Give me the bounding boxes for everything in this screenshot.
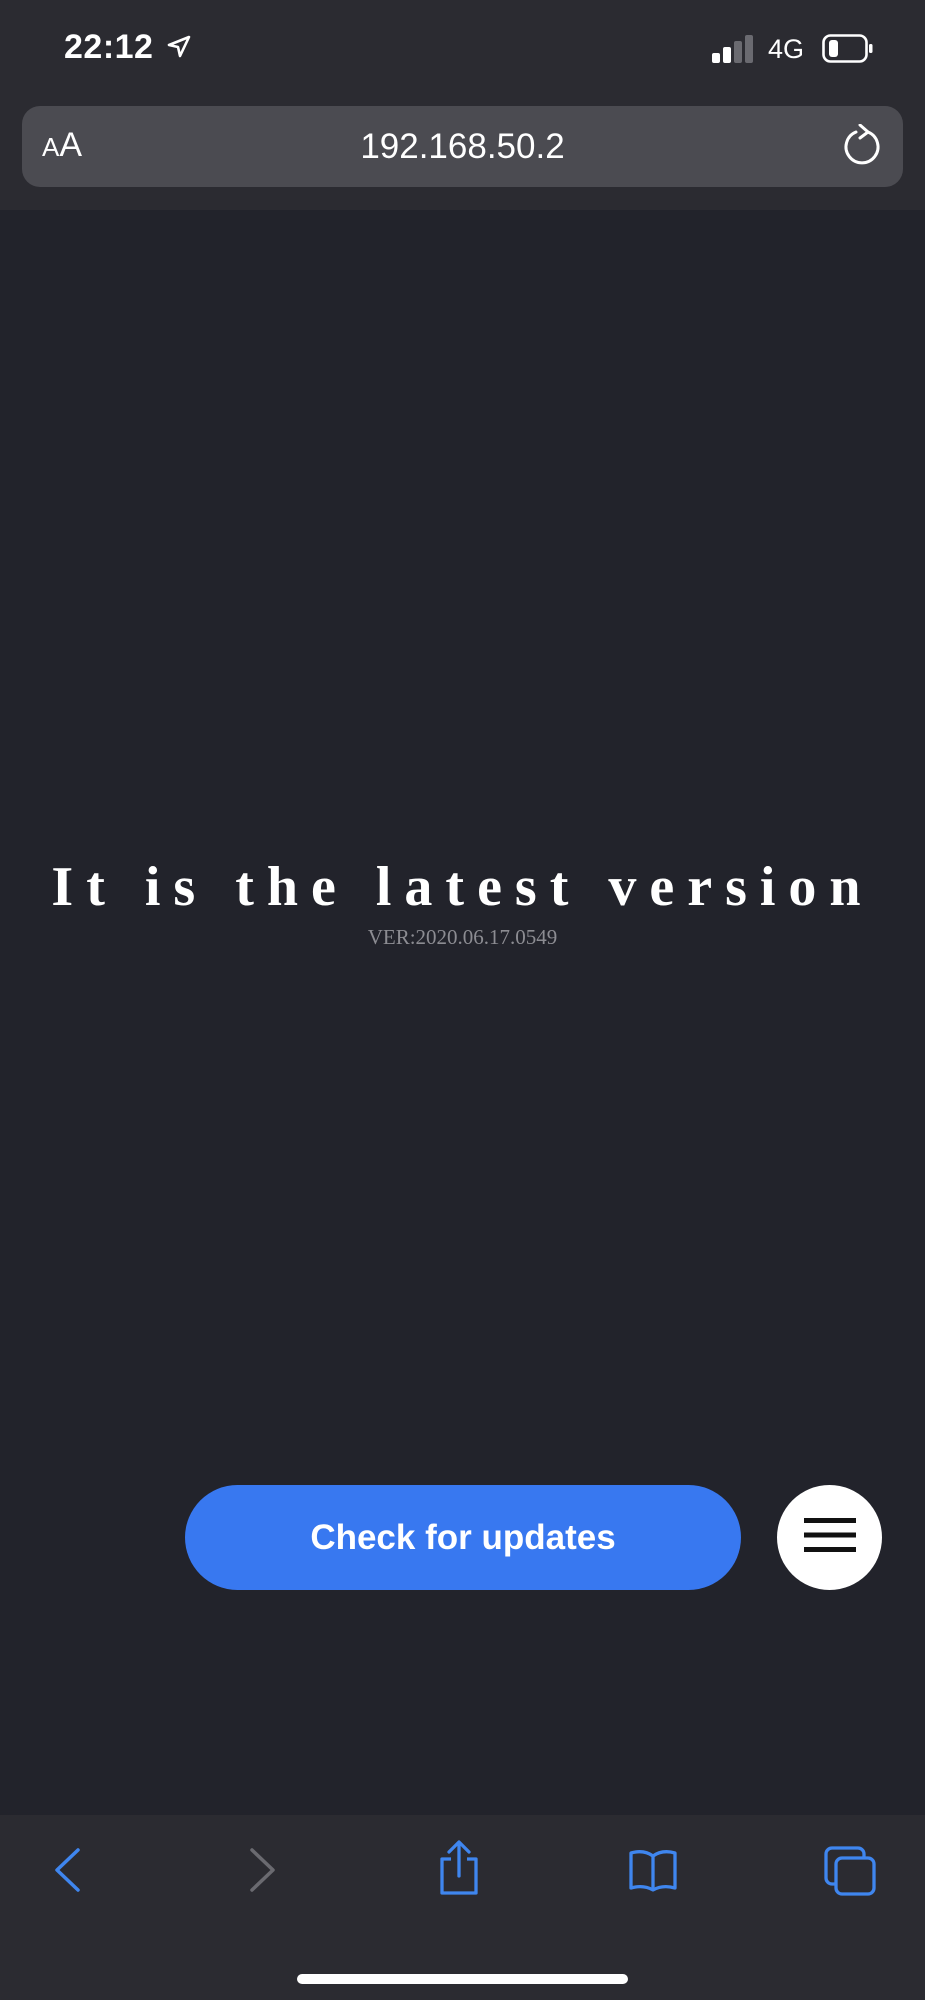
status-bar: 22:12 4G bbox=[0, 0, 925, 100]
tabs-icon[interactable] bbox=[822, 1845, 878, 1902]
page-title: It is the latest version bbox=[51, 856, 874, 918]
status-time: 22:12 bbox=[64, 28, 154, 66]
location-arrow-icon bbox=[166, 34, 192, 65]
home-indicator bbox=[297, 1974, 628, 1984]
browser-toolbar bbox=[0, 1815, 925, 2000]
check-for-updates-button[interactable]: Check for updates bbox=[185, 1485, 741, 1590]
hamburger-menu-icon bbox=[803, 1515, 856, 1560]
version-label: VER:2020.06.17.0549 bbox=[367, 925, 558, 949]
share-icon[interactable] bbox=[436, 1839, 482, 1902]
cellular-signal-icon bbox=[712, 34, 754, 64]
url-text[interactable]: 192.168.50.2 bbox=[22, 127, 903, 167]
chevron-right-icon[interactable] bbox=[248, 1845, 278, 1900]
chevron-left-icon[interactable] bbox=[52, 1845, 82, 1900]
battery-icon bbox=[822, 34, 874, 69]
address-bar[interactable]: AA 192.168.50.2 bbox=[22, 106, 903, 187]
book-icon[interactable] bbox=[628, 1848, 678, 1897]
reload-icon[interactable] bbox=[841, 123, 883, 173]
menu-button[interactable] bbox=[777, 1485, 882, 1590]
browser-address-area: AA 192.168.50.2 bbox=[0, 100, 925, 210]
network-type: 4G bbox=[768, 34, 805, 64]
